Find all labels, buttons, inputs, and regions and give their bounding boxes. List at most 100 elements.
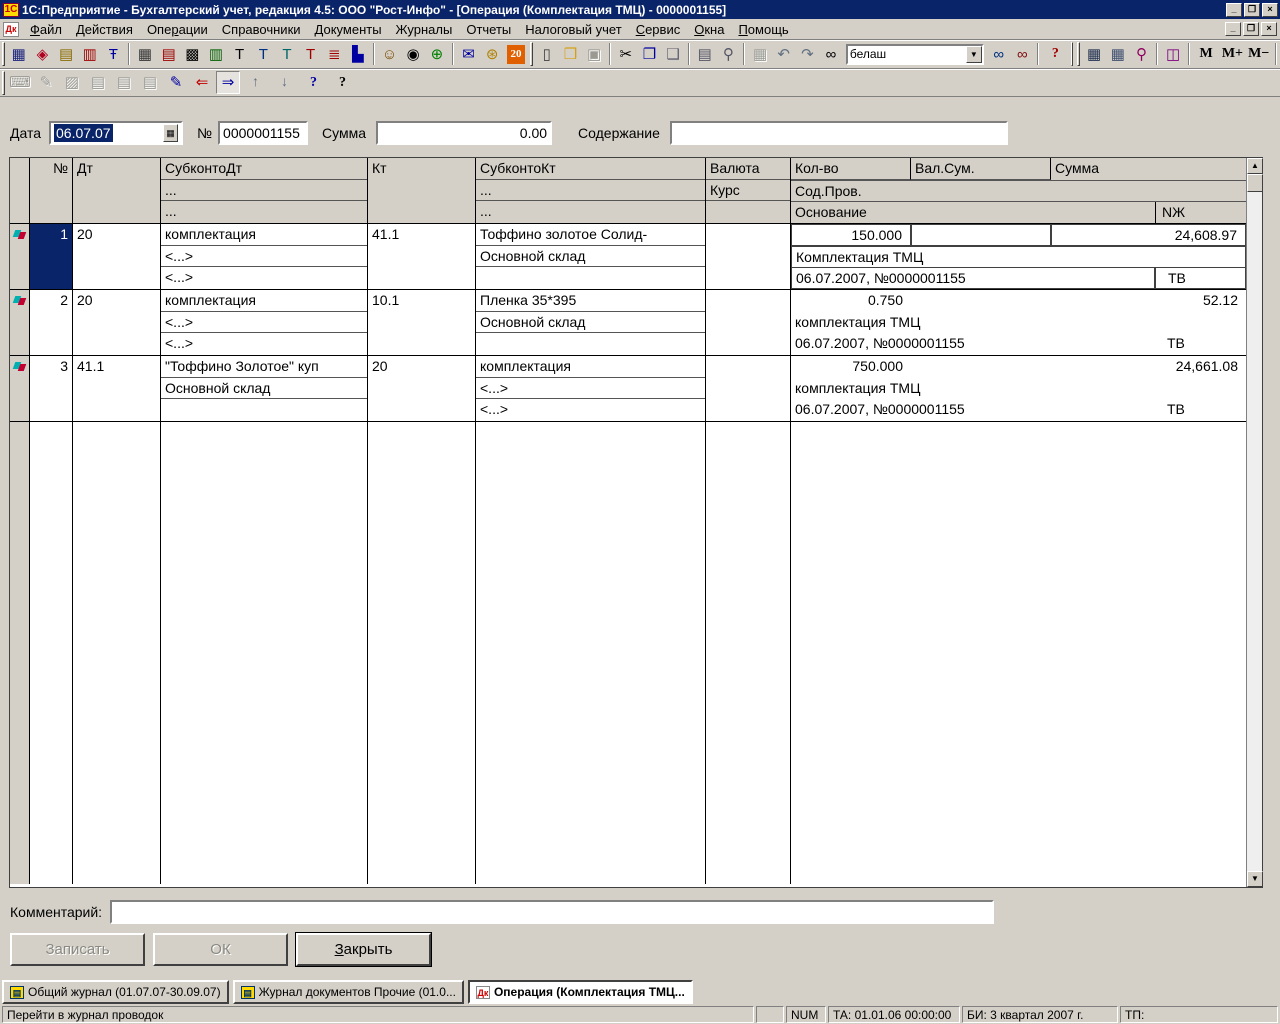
edit-document-icon[interactable]: ✎	[164, 71, 188, 94]
row-basis-cell[interactable]: 06.07.2007, №0000001155	[791, 399, 1155, 421]
mdi-restore-button[interactable]: ❐	[1243, 22, 1259, 36]
row-subkt-cell-line[interactable]: Основной склад	[476, 312, 705, 334]
account-turnovers-icon[interactable]: Ŧ	[103, 43, 125, 66]
web-update-icon[interactable]: ⊛	[481, 43, 503, 66]
comment-field[interactable]	[110, 900, 995, 924]
toolbar-handle[interactable]	[530, 42, 533, 66]
search-combobox[interactable]: ▼	[845, 43, 984, 65]
description-book-icon[interactable]: ◫	[1162, 43, 1184, 66]
menu-item-справочники[interactable]: Справочники	[215, 20, 308, 39]
journal-postings-icon[interactable]: ▤	[158, 43, 180, 66]
row-content-cell[interactable]: комплектация ТМЦ	[791, 378, 1246, 400]
menu-item-налоговый-учет[interactable]: Налоговый учет	[518, 20, 628, 39]
row-subdt-cell-line[interactable]: <...>	[161, 267, 367, 289]
find-icon[interactable]: ∞	[820, 43, 842, 66]
report-icon[interactable]: ≣	[323, 43, 345, 66]
row-num-cell[interactable]: 3	[30, 356, 73, 421]
header-currency-line[interactable]	[706, 201, 790, 223]
goto-source-icon[interactable]: ⇐	[190, 71, 214, 94]
new-document-icon[interactable]: ▯	[536, 43, 558, 66]
minimize-button[interactable]: _	[1226, 2, 1242, 17]
row-subdt-cell-line[interactable]: комплектация	[161, 290, 367, 312]
diagram-icon[interactable]: ▙	[347, 43, 369, 66]
header-subdt-line[interactable]: СубконтоДт	[161, 158, 367, 180]
menu-item-помощь[interactable]: Помощь	[731, 20, 795, 39]
header-currency-line[interactable]: Курс	[706, 180, 790, 202]
row-nj-cell[interactable]: ТВ	[1155, 333, 1246, 355]
row-kt-cell[interactable]: 41.1	[368, 224, 476, 289]
memory-recall-button[interactable]: M	[1194, 43, 1218, 66]
calculator-icon[interactable]: ▦	[1083, 43, 1105, 66]
help-topic-icon[interactable]: ?	[300, 71, 327, 94]
row-content-cell[interactable]: комплектация ТМЦ	[791, 312, 1246, 334]
row-kt-cell[interactable]: 20	[368, 356, 476, 421]
scrollbar-thumb[interactable]	[1247, 174, 1263, 192]
header-subkt-line[interactable]: СубконтоКт	[476, 158, 705, 180]
row-subdt-cell-line[interactable]: <...>	[161, 333, 367, 355]
toolbar-handle[interactable]	[2, 42, 5, 66]
sum-field[interactable]: 0.00	[376, 121, 553, 145]
scroll-down-icon[interactable]: ▼	[1247, 871, 1263, 887]
window-tab-1[interactable]: ▤ Общий журнал (01.07.07-30.09.07)	[2, 980, 229, 1004]
toolbar-handle[interactable]	[1070, 42, 1074, 66]
toolbar-handle[interactable]	[2, 70, 5, 95]
row-qty-cell[interactable]: 750.000	[791, 356, 911, 378]
menu-item-документы[interactable]: Документы	[308, 20, 389, 39]
row-kt-cell[interactable]: 10.1	[368, 290, 476, 355]
print-icon[interactable]: ▤	[694, 43, 716, 66]
row-subdt-cell-line[interactable]: Основной склад	[161, 378, 367, 400]
row-subkt-cell-line[interactable]	[476, 267, 705, 289]
menu-item-отчеты[interactable]: Отчеты	[459, 20, 518, 39]
row-sum-cell[interactable]: 52.12	[1051, 290, 1246, 312]
move-down-icon[interactable]: ↓	[271, 71, 298, 94]
header-subkt-line[interactable]: ...	[476, 180, 705, 202]
header-subdt-line[interactable]: ...	[161, 180, 367, 202]
row-num-cell[interactable]: 1	[30, 224, 73, 289]
menu-item-окна[interactable]: Окна	[687, 20, 731, 39]
row-subkt-cell-line[interactable]: Пленка 35*395	[476, 290, 705, 312]
memory-add-button[interactable]: M+	[1220, 43, 1244, 66]
row-basis-cell[interactable]: 06.07.2007, №0000001155	[791, 333, 1155, 355]
row-qty-cell[interactable]: 150.000	[791, 224, 911, 246]
row-basis-cell[interactable]: 06.07.2007, №0000001155	[791, 267, 1155, 289]
restore-button[interactable]: ❐	[1244, 2, 1260, 17]
window-tab-2[interactable]: ▤ Журнал документов Прочие (01.0...	[232, 980, 464, 1004]
row-sum-cell[interactable]: 24,661.08	[1051, 356, 1246, 378]
header-subkt-line[interactable]: ...	[476, 201, 705, 223]
row-subdt-cell-line[interactable]: комплектация	[161, 224, 367, 246]
mdi-document-icon[interactable]: Дк	[3, 21, 19, 37]
row-content-cell[interactable]: Комплектация ТМЦ	[791, 245, 1246, 268]
video-camera-icon[interactable]: ◉	[402, 43, 424, 66]
row-currency-cell[interactable]	[706, 290, 791, 355]
mdi-close-button[interactable]: ×	[1261, 22, 1277, 36]
help-icon[interactable]: ?	[1043, 43, 1067, 66]
row-subdt-cell-line[interactable]: <...>	[161, 246, 367, 268]
account-analysis-icon[interactable]: ▥	[205, 43, 227, 66]
row-sum-cell[interactable]: 24,608.97	[1051, 224, 1246, 246]
row-currency-cell[interactable]	[706, 224, 791, 289]
menu-item-операции[interactable]: Операции	[140, 20, 215, 39]
internet-globe-icon[interactable]: ⊕	[426, 43, 448, 66]
row-qty-cell[interactable]: 0.750	[791, 290, 911, 312]
row-subkt-cell-line[interactable]: комплектация	[476, 356, 705, 378]
find-previous-icon[interactable]: ∞	[1012, 43, 1034, 66]
tablo-icon[interactable]: ⚲	[1131, 43, 1153, 66]
row-nj-cell[interactable]: ТВ	[1155, 267, 1246, 289]
row-subkt-cell-line[interactable]: <...>	[476, 399, 705, 421]
find-next-icon[interactable]: ∞	[988, 43, 1010, 66]
row-cursum-cell[interactable]	[911, 224, 1051, 246]
close-form-button[interactable]: Закрыть	[295, 932, 432, 967]
cut-icon[interactable]: ✂	[615, 43, 637, 66]
paste-icon[interactable]: ❑	[662, 43, 684, 66]
calendar-icon[interactable]: ▦	[163, 124, 179, 142]
memory-subtract-button[interactable]: M−	[1247, 43, 1271, 66]
calendar-date-icon[interactable]: 20	[507, 44, 526, 64]
row-nj-cell[interactable]: ТВ	[1155, 399, 1246, 421]
chart-of-accounts-icon[interactable]: ▦	[8, 43, 30, 66]
menu-item-действия[interactable]: Действия	[69, 20, 140, 39]
toolbar-handle[interactable]	[1077, 42, 1081, 66]
chessboard-report-icon[interactable]: ▩	[181, 43, 203, 66]
row-cursum-cell[interactable]	[911, 356, 1051, 378]
close-button[interactable]: ×	[1262, 2, 1278, 17]
row-cursum-cell[interactable]	[911, 290, 1051, 312]
